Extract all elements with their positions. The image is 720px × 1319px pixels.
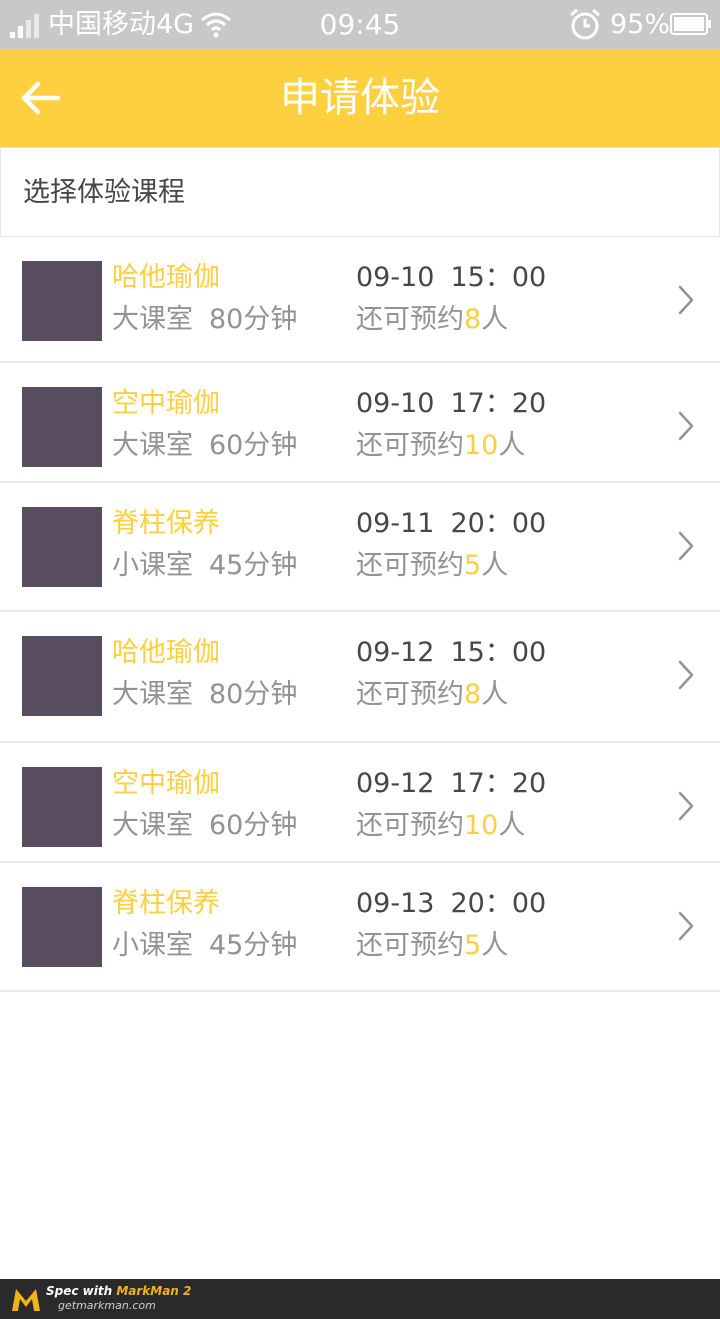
course-room: 大课室 <box>112 304 193 335</box>
availability-prefix: 还可预约 <box>356 810 464 841</box>
chevron-right-icon[interactable] <box>676 791 696 821</box>
course-row[interactable]: 哈他瑜伽大课室 80分钟 09-10 15：00 还可预约8人 <box>0 237 720 363</box>
course-thumbnail <box>22 261 102 341</box>
app-header: 申请体验 <box>0 49 720 147</box>
alarm-icon <box>570 8 600 40</box>
course-info: 大课室 80分钟 <box>112 676 297 714</box>
page-title: 申请体验 <box>280 75 440 121</box>
course-room: 小课室 <box>112 550 193 581</box>
watermark-url: getmarkman.com <box>58 1299 156 1312</box>
availability-suffix: 人 <box>481 679 509 710</box>
course-row[interactable]: 空中瑜伽大课室 60分钟 09-12 17：20 还可预约10人 <box>0 743 720 863</box>
course-row[interactable]: 哈他瑜伽大课室 80分钟 09-12 15：00 还可预约8人 <box>0 612 720 743</box>
course-name: 哈他瑜伽 <box>112 262 220 293</box>
course-time: 17：20 <box>450 388 547 419</box>
course-time: 17：20 <box>450 768 547 799</box>
availability-prefix: 还可预约 <box>356 430 464 461</box>
course-date: 09-10 <box>356 262 435 293</box>
course-availability: 还可预约10人 <box>356 427 525 465</box>
course-room: 大课室 <box>112 679 193 710</box>
course-name: 脊柱保养 <box>112 888 220 919</box>
course-time: 20：00 <box>450 888 547 919</box>
section-title: 选择体验课程 <box>23 177 185 208</box>
chevron-right-icon[interactable] <box>676 911 696 941</box>
watermark-brand: Spec with MarkMan 2 <box>46 1284 192 1298</box>
availability-suffix: 人 <box>481 550 509 581</box>
course-date: 09-10 <box>356 388 435 419</box>
markman-watermark: Spec with MarkMan 2 getmarkman.com <box>0 1279 720 1319</box>
course-row[interactable]: 脊柱保养小课室 45分钟 09-11 20：00 还可预约5人 <box>0 483 720 612</box>
course-duration: 80分钟 <box>209 679 298 710</box>
course-thumbnail <box>22 387 102 467</box>
course-row[interactable]: 脊柱保养小课室 45分钟 09-13 20：00 还可预约5人 <box>0 863 720 992</box>
course-duration: 60分钟 <box>209 810 298 841</box>
course-room: 小课室 <box>112 930 193 961</box>
course-date: 09-13 <box>356 888 435 919</box>
course-duration: 80分钟 <box>209 304 298 335</box>
availability-prefix: 还可预约 <box>356 679 464 710</box>
course-date: 09-12 <box>356 637 435 668</box>
course-room: 大课室 <box>112 430 193 461</box>
course-schedule: 09-10 17：20 <box>356 385 546 423</box>
availability-prefix: 还可预约 <box>356 930 464 961</box>
course-availability: 还可预约10人 <box>356 807 525 845</box>
chevron-right-icon[interactable] <box>676 285 696 315</box>
course-time: 15：00 <box>450 262 547 293</box>
course-date: 09-12 <box>356 768 435 799</box>
course-availability: 还可预约8人 <box>356 676 508 714</box>
course-availability: 还可预约5人 <box>356 547 508 585</box>
chevron-right-icon[interactable] <box>676 660 696 690</box>
availability-suffix: 人 <box>498 810 526 841</box>
course-info: 大课室 60分钟 <box>112 427 297 465</box>
section-header: 选择体验课程 <box>0 147 720 237</box>
course-info: 小课室 45分钟 <box>112 927 297 965</box>
course-duration: 45分钟 <box>209 550 298 581</box>
course-info: 小课室 45分钟 <box>112 547 297 585</box>
course-schedule: 09-13 20：00 <box>356 885 546 923</box>
course-thumbnail <box>22 507 102 587</box>
availability-suffix: 人 <box>481 304 509 335</box>
course-name: 空中瑜伽 <box>112 388 220 419</box>
course-duration: 45分钟 <box>209 930 298 961</box>
course-time: 20：00 <box>450 508 547 539</box>
availability-count: 10 <box>464 810 499 841</box>
status-bar: 中国移动4G 09:45 95% <box>0 0 720 49</box>
course-name: 空中瑜伽 <box>112 768 220 799</box>
course-date: 09-11 <box>356 508 435 539</box>
course-availability: 还可预约5人 <box>356 927 508 965</box>
course-schedule: 09-11 20：00 <box>356 505 546 543</box>
availability-count: 8 <box>464 304 482 335</box>
course-thumbnail <box>22 767 102 847</box>
course-duration: 60分钟 <box>209 430 298 461</box>
course-list: 哈他瑜伽 大课室 80分钟 09-10 15：00 还可预约8人 空中瑜伽 大课室 60分钟 09… <box>0 237 720 992</box>
chevron-right-icon[interactable] <box>676 411 696 441</box>
course-schedule: 09-12 15：00 <box>356 634 546 672</box>
battery-percent: 95% <box>610 9 671 40</box>
course-thumbnail <box>22 636 102 716</box>
markman-logo-icon <box>12 1289 40 1311</box>
course-row[interactable]: 空中瑜伽大课室 60分钟 09-10 17：20 还可预约10人 <box>0 363 720 483</box>
availability-prefix: 还可预约 <box>356 304 464 335</box>
course-info: 大课室 80分钟 <box>112 301 297 339</box>
course-thumbnail <box>22 887 102 967</box>
course-name: 哈他瑜伽 <box>112 637 220 668</box>
course-availability: 还可预约8人 <box>356 301 508 339</box>
availability-count: 10 <box>464 430 499 461</box>
chevron-right-icon[interactable] <box>676 531 696 561</box>
battery-icon <box>670 13 711 35</box>
availability-count: 5 <box>464 550 482 581</box>
course-room: 大课室 <box>112 810 193 841</box>
course-name: 脊柱保养 <box>112 508 220 539</box>
course-info: 大课室 60分钟 <box>112 807 297 845</box>
availability-prefix: 还可预约 <box>356 550 464 581</box>
course-schedule: 09-12 17：20 <box>356 765 546 803</box>
availability-count: 8 <box>464 679 482 710</box>
course-schedule: 09-10 15：00 <box>356 259 546 297</box>
course-time: 15：00 <box>450 637 547 668</box>
availability-suffix: 人 <box>498 430 526 461</box>
availability-count: 5 <box>464 930 482 961</box>
availability-suffix: 人 <box>481 930 509 961</box>
